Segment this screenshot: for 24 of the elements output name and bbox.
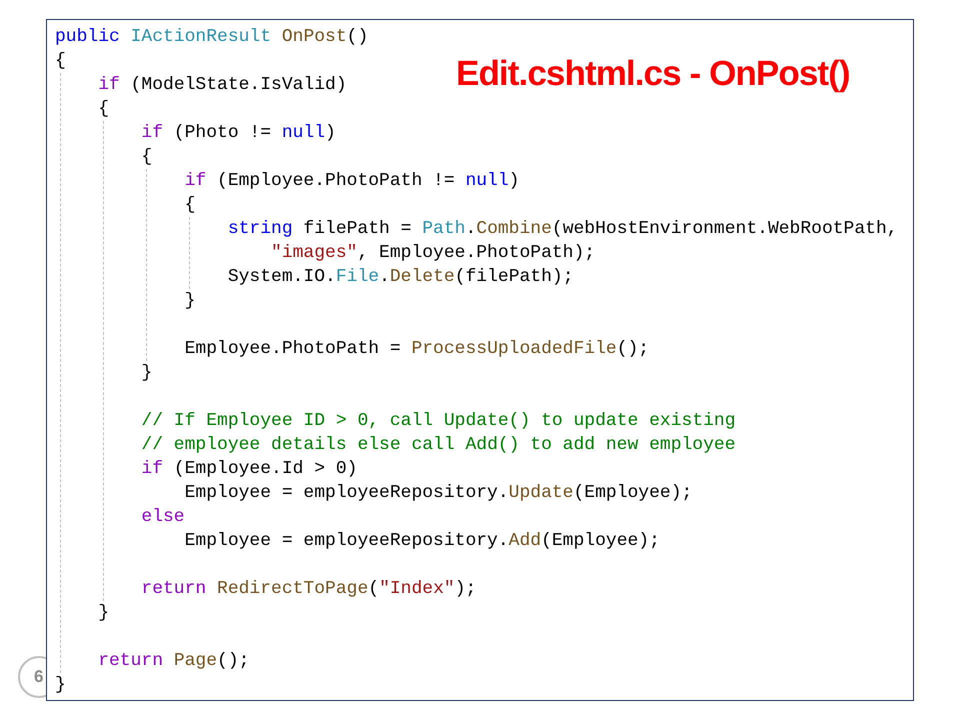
- code-line: "images", Employee.PhotoPath);: [271, 242, 596, 265]
- code-line: if (Photo != null): [141, 122, 336, 145]
- code-line: }: [184, 290, 196, 313]
- code-line: string filePath = Path.Combine(webHostEnvironment.WebRootPath,: [228, 218, 898, 241]
- code-line: Employee = employeeRepository.Add(Employee);: [184, 530, 660, 553]
- code-line: }: [98, 602, 110, 625]
- code-line: if (Employee.PhotoPath != null): [184, 170, 520, 193]
- code-line: Employee.PhotoPath = ProcessUploadedFile();: [184, 338, 650, 361]
- code-line: System.IO.File.Delete(filePath);: [228, 266, 574, 289]
- code-line: {: [184, 194, 196, 217]
- code-line: return Page();: [98, 650, 250, 673]
- code-line: }: [141, 362, 152, 385]
- code-line: {: [98, 98, 110, 121]
- code-line: // If Employee ID > 0, call Update() to update existing: [141, 410, 736, 433]
- slide-title: Edit.cshtml.cs - OnPost(): [456, 53, 850, 95]
- code-line: {: [55, 50, 66, 73]
- code-line: {: [141, 146, 152, 169]
- code-line: public IActionResult OnPost(): [55, 26, 368, 49]
- code-line: Employee = employeeRepository.Update(Employee);: [184, 482, 692, 505]
- code-line: return RedirectToPage("Index");: [141, 578, 476, 601]
- code-line: else: [141, 506, 185, 529]
- code-line: // employee details else call Add() to add new employee: [141, 434, 736, 457]
- code-line: if (Employee.Id > 0): [141, 458, 358, 481]
- code-line: if (ModelState.IsValid): [98, 74, 347, 97]
